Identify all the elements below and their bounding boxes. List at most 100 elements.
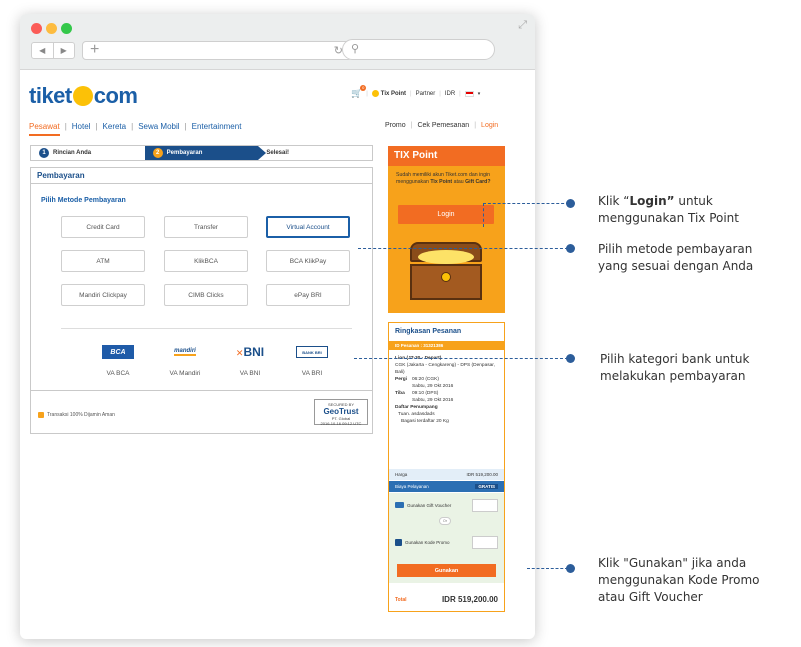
bank-label: VA BNI xyxy=(239,370,261,377)
gift-icon xyxy=(395,539,402,546)
method-mandiri-clickpay[interactable]: Mandiri Clickpay xyxy=(61,284,145,306)
method-atm[interactable]: ATM xyxy=(61,250,145,272)
bank-bri[interactable]: BANK BRI VA BRI xyxy=(282,343,342,377)
gift-voucher-row: Gunakan Gift Voucher xyxy=(395,502,451,508)
gift-voucher-input[interactable] xyxy=(472,499,498,512)
close-window-button[interactable] xyxy=(31,23,42,34)
callout-login: Klik “Login” untuk menggunakan Tix Point xyxy=(598,194,739,225)
nav-pesawat[interactable]: Pesawat xyxy=(29,122,60,136)
callout-line-4 xyxy=(527,568,568,569)
price-row: Harga IDR 519,200.00 xyxy=(389,469,504,480)
tix-point-icon xyxy=(371,90,379,97)
browser-window: ⤢ ◀ ▶ + ↻ ⚲ tiket com 🛒 0 | Tix Point | Pa… xyxy=(20,14,535,639)
callout-line-1 xyxy=(483,203,569,204)
nav-sewa-mobil[interactable]: Sewa Mobil xyxy=(138,122,179,136)
tix-point-title: TIX Point xyxy=(388,146,505,166)
fee-row: Biaya Pelayanan GRATIS xyxy=(389,481,504,492)
browser-toolbar: ⤢ ◀ ▶ + ↻ ⚲ xyxy=(20,14,535,70)
divider xyxy=(61,328,352,329)
gunakan-button[interactable]: Gunakan xyxy=(397,564,496,577)
promo-link[interactable]: Promo xyxy=(385,122,406,129)
treasure-chest-icon xyxy=(410,242,482,300)
logo-text-right: com xyxy=(93,83,138,108)
callout-bank-category: Pilih kategori bank untuk melakukan pemb… xyxy=(600,352,750,383)
callout-dot-4 xyxy=(566,564,575,573)
secure-note: Transaksi 100% Dijamin Aman xyxy=(38,412,115,418)
tix-login-button[interactable]: Login xyxy=(398,205,494,224)
new-tab-icon[interactable]: + xyxy=(90,41,99,59)
method-epay-bri[interactable]: ePay BRI xyxy=(266,284,350,306)
callout-dot-2 xyxy=(566,244,575,253)
main-nav: Pesawat | Hotel | Kereta | Sewa Mobil | … xyxy=(29,122,241,136)
voucher-section: Gunakan Gift Voucher Or Gunakan Kode Pro… xyxy=(389,493,504,583)
promo-row: Gunakan Kode Promo xyxy=(395,539,450,546)
back-button[interactable]: ◀ xyxy=(32,43,54,58)
logo-sun-icon xyxy=(72,86,93,106)
total-row: Total IDR 519,200.00 xyxy=(395,595,498,604)
lock-icon xyxy=(38,412,44,418)
bank-label: VA Mandiri xyxy=(169,370,201,377)
language-flag-icon[interactable] xyxy=(464,90,474,97)
callout-line-3 xyxy=(354,358,568,359)
summary-title: Ringkasan Pesanan xyxy=(395,328,462,335)
nav-entertainment[interactable]: Entertainment xyxy=(192,122,242,136)
currency-select[interactable]: IDR xyxy=(445,91,455,97)
bca-logo: BCA xyxy=(102,345,134,359)
method-bca-klikpay[interactable]: BCA KlikPay xyxy=(266,250,350,272)
payment-title: Pembayaran xyxy=(31,168,372,184)
cek-pemesanan-link[interactable]: Cek Pemesanan xyxy=(417,122,469,129)
tix-point-text: Sudah memiliki akun Tiket.com dan ingin … xyxy=(396,172,491,185)
expand-icon[interactable]: ⤢ xyxy=(518,19,527,32)
browser-search-input[interactable]: ⚲ xyxy=(342,39,495,60)
chevron-down-icon[interactable]: ▾ xyxy=(478,91,481,97)
card-icon xyxy=(395,502,404,508)
step-pembayaran: 2 Pembayaran xyxy=(144,146,266,160)
callout-gunakan: Klik "Gunakan" jika anda menggunakan Kod… xyxy=(598,556,760,604)
address-bar[interactable]: + ↻ xyxy=(82,41,352,60)
callout-payment-method: Pilih metode pembayaran yang sesuai deng… xyxy=(598,242,754,273)
search-icon: ⚲ xyxy=(351,43,360,55)
callout-dot-1 xyxy=(566,199,575,208)
order-id: ID Pesanan : 31321386 xyxy=(389,341,504,350)
method-credit-card[interactable]: Credit Card xyxy=(61,216,145,238)
history-nav: ◀ ▶ xyxy=(31,42,75,59)
nav-kereta[interactable]: Kereta xyxy=(103,122,127,136)
method-transfer[interactable]: Transfer xyxy=(164,216,248,238)
step-selesai: Selesai! xyxy=(266,150,290,156)
login-link[interactable]: Login xyxy=(481,122,498,129)
cart-icon[interactable]: 🛒 0 xyxy=(351,85,367,99)
bni-logo: ✕BNI xyxy=(235,345,265,359)
order-summary: Ringkasan Pesanan ID Pesanan : 31321386 … xyxy=(388,322,505,612)
step-rincian: 1 Rincian Anda xyxy=(31,146,145,160)
forward-button[interactable]: ▶ xyxy=(54,43,75,58)
method-virtual-account[interactable]: Virtual Account xyxy=(266,216,350,238)
geotrust-seal: SECURED BY GeoTrust PT. Global 2016-10-1… xyxy=(314,399,368,426)
minimize-window-button[interactable] xyxy=(46,23,57,34)
method-klikbca[interactable]: KlikBCA xyxy=(164,250,248,272)
or-divider: Or xyxy=(439,517,451,525)
bank-bni[interactable]: ✕BNI VA BNI xyxy=(220,343,280,377)
bank-bca[interactable]: BCA VA BCA xyxy=(88,343,148,377)
tix-point-panel: TIX Point Sudah memiliki akun Tiket.com … xyxy=(388,146,505,313)
callout-dot-3 xyxy=(566,354,575,363)
mandiri-logo: mandiri xyxy=(174,348,196,356)
payment-footer: Transaksi 100% Dijamin Aman SECURED BY G… xyxy=(31,390,372,435)
bank-mandiri[interactable]: mandiri VA Mandiri xyxy=(155,343,215,377)
method-cimb-clicks[interactable]: CIMB Clicks xyxy=(164,284,248,306)
callout-line-1-vertical xyxy=(483,203,484,227)
tix-point-link[interactable]: Tix Point xyxy=(371,90,406,97)
nav-hotel[interactable]: Hotel xyxy=(72,122,91,136)
tiket-logo[interactable]: tiket com xyxy=(29,83,138,109)
payment-subtitle: Pilih Metode Pembayaran xyxy=(41,197,126,204)
right-nav: Promo | Cek Pemesanan | Login xyxy=(385,122,499,129)
bri-logo: BANK BRI xyxy=(296,346,328,358)
partner-link[interactable]: Partner xyxy=(416,91,436,97)
payment-panel: Pembayaran Pilih Metode Pembayaran Credi… xyxy=(30,167,373,434)
flight-details: Lion (JT-30 - Depart) CGK (Jakarta - Cen… xyxy=(395,356,495,424)
maximize-window-button[interactable] xyxy=(61,23,72,34)
promo-code-input[interactable] xyxy=(472,536,498,549)
callout-line-2 xyxy=(358,248,568,249)
logo-text-left: tiket xyxy=(29,83,72,108)
bank-label: VA BCA xyxy=(106,370,130,377)
top-utility-bar: 🛒 0 | Tix Point | Partner | IDR | ▾ xyxy=(351,85,481,99)
